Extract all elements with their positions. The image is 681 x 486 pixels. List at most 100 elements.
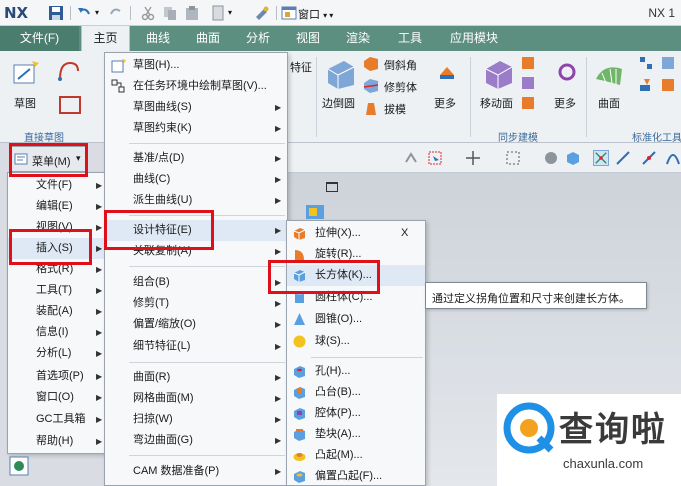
feature-extrude[interactable]: 拉伸(X)... X xyxy=(287,223,425,244)
tab-curve[interactable]: 曲线 xyxy=(136,26,180,51)
insert-surface[interactable]: 曲面(R) ▶ xyxy=(105,367,287,388)
sketch-icon[interactable] xyxy=(12,59,40,87)
move-face-icon[interactable] xyxy=(482,57,516,91)
sync-icon-3[interactable] xyxy=(520,95,536,111)
tab-file[interactable]: 文件(F) xyxy=(0,26,79,51)
line-snap-icon[interactable] xyxy=(615,150,631,166)
tab-surface[interactable]: 曲面 xyxy=(186,26,230,51)
std-tool-icon-1[interactable] xyxy=(638,55,654,71)
more-label-2[interactable]: 更多 xyxy=(554,95,576,111)
tab-view[interactable]: 视图 xyxy=(286,26,330,51)
surface-label[interactable]: 曲面 xyxy=(598,95,620,111)
cut-icon[interactable] xyxy=(140,5,156,21)
feature-sphere[interactable]: 球(S)... xyxy=(287,331,425,352)
insert-task-sketch[interactable]: 在任务环境中绘制草图(V)... xyxy=(105,76,287,97)
chamfer-label[interactable]: 倒斜角 xyxy=(384,57,417,73)
draft-label[interactable]: 拔模 xyxy=(384,101,406,117)
insert-derived-curve[interactable]: 派生曲线(U) ▶ xyxy=(105,190,287,211)
sync-icon-2[interactable] xyxy=(520,75,536,91)
chevron-right-icon: ▶ xyxy=(275,226,282,235)
insert-flange-surface[interactable]: 弯边曲面(G) ▶ xyxy=(105,430,287,451)
more-sync-icon[interactable] xyxy=(556,61,578,83)
std-tool-icon-3[interactable] xyxy=(660,55,676,71)
window-icon[interactable] xyxy=(281,5,297,21)
edge-blend-icon[interactable] xyxy=(324,57,358,91)
more-features-icon[interactable] xyxy=(436,61,458,83)
tab-render[interactable]: 渲染 xyxy=(336,26,380,51)
tab-tools[interactable]: 工具 xyxy=(388,26,432,51)
copy-icon[interactable] xyxy=(162,5,178,21)
window-menu[interactable]: 窗口 ▾ ▾ xyxy=(298,6,333,22)
undo-icon[interactable] xyxy=(76,5,92,21)
insert-sweep[interactable]: 扫掠(W) ▶ xyxy=(105,409,287,430)
insert-mesh-surface[interactable]: 网格曲面(M) ▶ xyxy=(105,388,287,409)
more-label-1[interactable]: 更多 xyxy=(434,95,456,111)
feature-boss[interactable]: 凸台(B)... xyxy=(287,382,425,403)
sync-icon-1[interactable] xyxy=(520,55,536,71)
status-icon[interactable] xyxy=(9,456,29,476)
curve-snap-icon[interactable] xyxy=(665,150,681,166)
std-tool-icon-2[interactable] xyxy=(638,77,654,93)
rectangle-icon[interactable] xyxy=(56,91,84,119)
insert-sketch-constraint[interactable]: 草图约束(K) ▶ xyxy=(105,118,287,139)
feature-pad[interactable]: 垫块(A)... xyxy=(287,424,425,445)
main-menu-help[interactable]: 帮助(H) ▶ xyxy=(8,431,106,452)
redo-icon[interactable] xyxy=(108,5,124,21)
tool-icon[interactable] xyxy=(254,5,270,21)
select-icon[interactable] xyxy=(427,150,443,166)
move-face-label[interactable]: 移动面 xyxy=(480,95,513,111)
chamfer-icon[interactable] xyxy=(362,55,380,73)
main-menu-file[interactable]: 文件(F) ▶ xyxy=(8,175,106,196)
insert-sketch[interactable]: 草图(H)... xyxy=(105,55,287,76)
feature-emboss[interactable]: 凸起(M)... xyxy=(287,445,425,466)
snap-icon[interactable] xyxy=(403,150,419,166)
feature-menu-item-label: 腔体(P)... xyxy=(315,407,361,419)
insert-datum-point[interactable]: 基准/点(D) ▶ xyxy=(105,148,287,169)
insert-menu-item-label: 偏置/缩放(O) xyxy=(133,318,196,330)
profile-icon[interactable] xyxy=(56,57,84,85)
trim-body-label[interactable]: 修剪体 xyxy=(384,79,417,95)
insert-trim[interactable]: 修剪(T) ▶ xyxy=(105,293,287,314)
feature-cone[interactable]: 圆锥(O)... xyxy=(287,309,425,330)
feature-pocket[interactable]: 腔体(P)... xyxy=(287,403,425,424)
save-icon[interactable] xyxy=(48,5,64,21)
main-menu-assembly[interactable]: 装配(A) ▶ xyxy=(8,301,106,322)
insert-combine[interactable]: 组合(B) ▶ xyxy=(105,272,287,293)
tab-home[interactable]: 主页 xyxy=(81,26,130,51)
feature-hole[interactable]: 孔(H)... xyxy=(287,361,425,382)
document-icon[interactable] xyxy=(210,5,226,21)
surface-icon[interactable] xyxy=(594,59,624,89)
chevron-right-icon: ▶ xyxy=(275,436,282,445)
insert-offset-scale[interactable]: 偏置/缩放(O) ▶ xyxy=(105,314,287,335)
std-tool-icon-4[interactable] xyxy=(660,77,676,93)
edge-blend-label[interactable]: 边倒圆 xyxy=(322,95,355,111)
draft-icon[interactable] xyxy=(362,99,380,117)
insert-sketch-curve[interactable]: 草图曲线(S) ▶ xyxy=(105,97,287,118)
midpoint-snap-icon[interactable] xyxy=(641,150,657,166)
point-snap-icon[interactable] xyxy=(593,150,609,166)
main-menu-item-label: 编辑(E) xyxy=(36,200,73,212)
main-menu-analysis[interactable]: 分析(L) ▶ xyxy=(8,343,106,364)
insert-detail-feature[interactable]: 细节特征(L) ▶ xyxy=(105,336,287,357)
shortcut-key: X xyxy=(401,227,409,239)
main-menu-tools[interactable]: 工具(T) ▶ xyxy=(8,280,106,301)
main-menu-window[interactable]: 窗口(O) ▶ xyxy=(8,387,106,408)
main-menu-gc-toolbox[interactable]: GC工具箱 ▶ xyxy=(8,409,106,430)
box-select-icon[interactable] xyxy=(505,150,521,166)
main-menu-edit[interactable]: 编辑(E) ▶ xyxy=(8,196,106,217)
paste-icon[interactable] xyxy=(184,5,200,21)
insert-cam-data-prep[interactable]: CAM 数据准备(P) ▶ xyxy=(105,461,287,482)
trim-body-icon[interactable] xyxy=(362,77,380,95)
main-menu-info[interactable]: 信息(I) ▶ xyxy=(8,322,106,343)
cube-view-icon[interactable] xyxy=(565,150,581,166)
feature-offset-emboss[interactable]: 偏置凸起(F)... xyxy=(287,466,425,486)
shaded-view-icon[interactable] xyxy=(543,150,559,166)
move-icon[interactable] xyxy=(465,150,481,166)
maximize-icon[interactable] xyxy=(326,182,338,192)
main-menu-preferences[interactable]: 首选项(P) ▶ xyxy=(8,366,106,387)
tab-applications[interactable]: 应用模块 xyxy=(440,26,508,51)
chevron-down-icon[interactable]: ▾ xyxy=(228,8,244,24)
insert-curve[interactable]: 曲线(C) ▶ xyxy=(105,169,287,190)
tab-analysis[interactable]: 分析 xyxy=(236,26,280,51)
main-menu-item-label: 窗口(O) xyxy=(36,391,74,403)
